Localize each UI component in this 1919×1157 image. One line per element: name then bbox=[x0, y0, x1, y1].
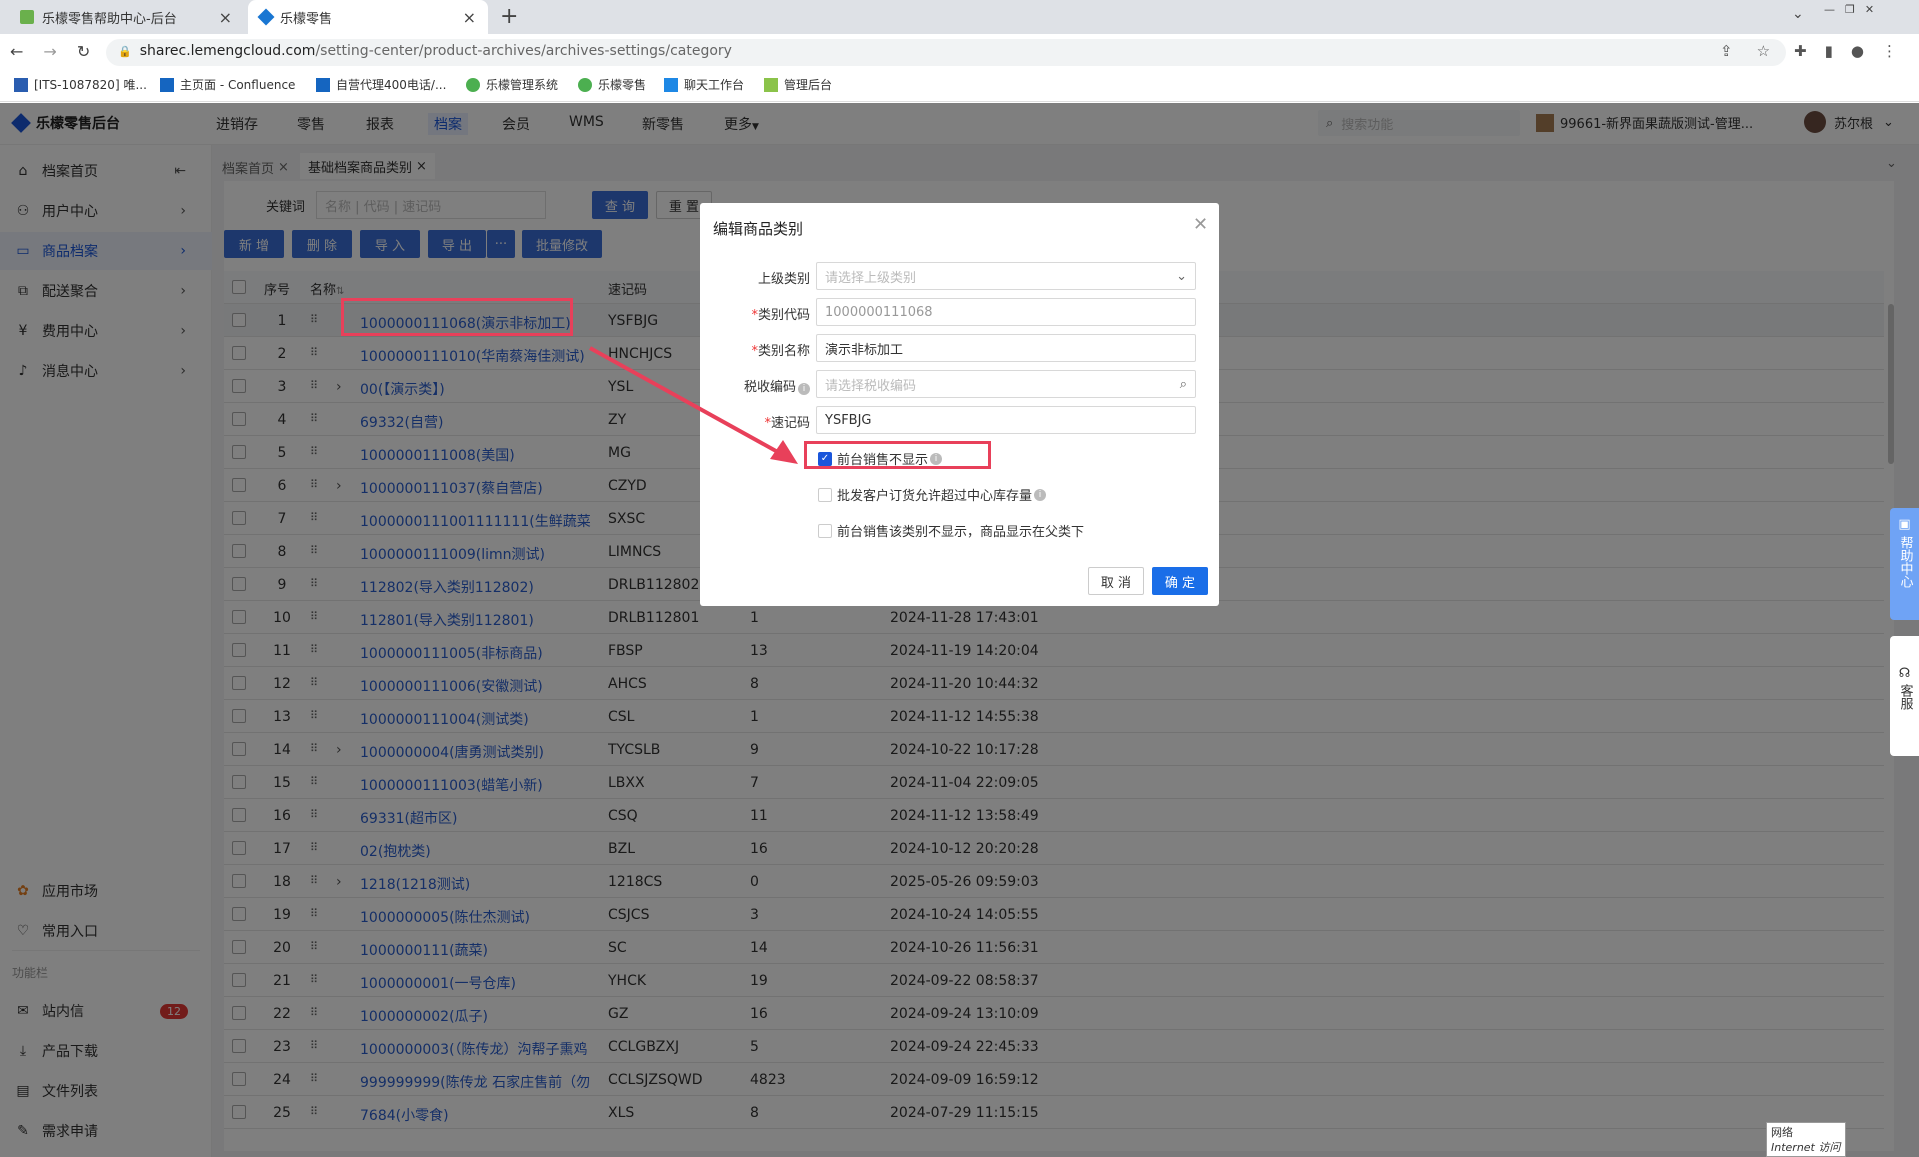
back-icon[interactable]: ← bbox=[10, 42, 23, 61]
lemeng-icon bbox=[466, 77, 480, 92]
dialog-title: 编辑商品类别 bbox=[713, 220, 804, 238]
allow-overstock-checkbox[interactable]: 批发客户订货允许超过中心库存量 i bbox=[818, 485, 1047, 504]
short-code-field[interactable]: YSFBJG bbox=[816, 406, 1196, 434]
headset-icon: ☊ bbox=[1898, 666, 1911, 681]
lemeng-icon bbox=[578, 77, 592, 92]
profile-icon[interactable]: ● bbox=[1851, 42, 1864, 60]
url-path: /setting-center/product-archives/archive… bbox=[315, 43, 732, 59]
chat-icon bbox=[664, 77, 678, 92]
highlight-box bbox=[341, 298, 573, 336]
search-icon: ⌕ bbox=[1179, 376, 1187, 392]
network-tooltip: 网络 Internet 访问 bbox=[1766, 1122, 1846, 1157]
name-field[interactable]: 演示非标加工 bbox=[816, 334, 1196, 362]
hide-frontend-checkbox[interactable]: ✓ 前台销售不显示 i bbox=[818, 449, 943, 468]
bookmark-item[interactable]: 乐檬管理系统 bbox=[466, 76, 558, 93]
hide-under-parent-checkbox[interactable]: 前台销售该类别不显示，商品显示在父类下 bbox=[818, 521, 1084, 540]
new-tab-icon[interactable]: + bbox=[500, 4, 518, 29]
lock-icon[interactable]: 🔒 bbox=[118, 45, 132, 58]
checkbox-checked-icon[interactable]: ✓ bbox=[818, 451, 832, 466]
chevron-down-icon: ⌄ bbox=[1176, 268, 1187, 284]
extensions-icon[interactable]: ✚ bbox=[1794, 42, 1807, 60]
info-icon: i bbox=[930, 452, 943, 465]
forward-icon[interactable]: → bbox=[43, 42, 56, 61]
close-icon[interactable]: × bbox=[219, 8, 232, 27]
browser-tab-help[interactable]: 乐檬零售帮助中心-后台 × bbox=[8, 0, 244, 34]
confluence-icon bbox=[160, 77, 174, 92]
checkbox-icon[interactable] bbox=[818, 523, 832, 538]
bookmark-item[interactable]: 乐檬零售 bbox=[578, 76, 646, 93]
reload-icon[interactable]: ↻ bbox=[77, 42, 90, 61]
code-label: *类别代码 bbox=[751, 308, 810, 323]
sidepanel-icon[interactable]: ▮ bbox=[1825, 42, 1833, 60]
close-icon[interactable]: ✕ bbox=[1193, 214, 1208, 235]
help-icon: ▣ bbox=[1898, 517, 1911, 532]
bookmark-item[interactable]: [ITS-1087820] 唯... bbox=[14, 76, 147, 93]
bookmark-item[interactable]: 自营代理400电话/... bbox=[316, 76, 446, 93]
tab-favicon-icon bbox=[257, 8, 275, 26]
bookmark-icon bbox=[14, 77, 28, 92]
customer-service-button[interactable]: ☊ 客服 bbox=[1890, 636, 1919, 756]
confluence-icon bbox=[316, 77, 330, 92]
bookmark-item[interactable]: 主页面 - Confluence bbox=[160, 76, 295, 93]
parent-select[interactable]: 请选择上级类别 ⌄ bbox=[816, 262, 1196, 290]
checkbox-icon[interactable] bbox=[818, 487, 832, 502]
tab-favicon-icon bbox=[20, 10, 34, 24]
help-center-button[interactable]: ▣ 帮助中心 bbox=[1890, 508, 1919, 620]
chevron-down-icon[interactable]: ⌄ bbox=[1792, 6, 1804, 22]
menu-icon[interactable]: ⋮ bbox=[1882, 42, 1897, 60]
window-controls[interactable]: — ❐ ✕ bbox=[1824, 0, 1874, 18]
url-host: sharec.lemengcloud.com bbox=[139, 43, 316, 59]
bookmark-item[interactable]: 聊天工作台 bbox=[664, 76, 744, 93]
minimize-icon[interactable]: — bbox=[1824, 3, 1835, 16]
star-icon[interactable]: ☆ bbox=[1757, 42, 1770, 60]
annotation-arrow bbox=[589, 346, 798, 464]
bookmark-item[interactable]: 管理后台 bbox=[764, 76, 832, 93]
confirm-button[interactable]: 确 定 bbox=[1152, 567, 1208, 595]
browser-tab-app[interactable]: 乐檬零售 × bbox=[248, 0, 488, 34]
close-icon[interactable]: ✕ bbox=[1865, 3, 1874, 16]
share-icon[interactable]: ⇪ bbox=[1720, 42, 1733, 60]
tax-code-select[interactable]: 请选择税收编码 ⌕ bbox=[816, 370, 1196, 398]
admin-icon bbox=[764, 77, 778, 92]
close-icon[interactable]: × bbox=[463, 8, 476, 27]
cancel-button[interactable]: 取 消 bbox=[1088, 567, 1144, 595]
parent-label: 上级类别 bbox=[757, 272, 810, 287]
info-icon: i bbox=[1034, 488, 1047, 501]
restore-icon[interactable]: ❐ bbox=[1845, 3, 1855, 16]
code-field[interactable]: 1000000111068 bbox=[816, 298, 1196, 326]
